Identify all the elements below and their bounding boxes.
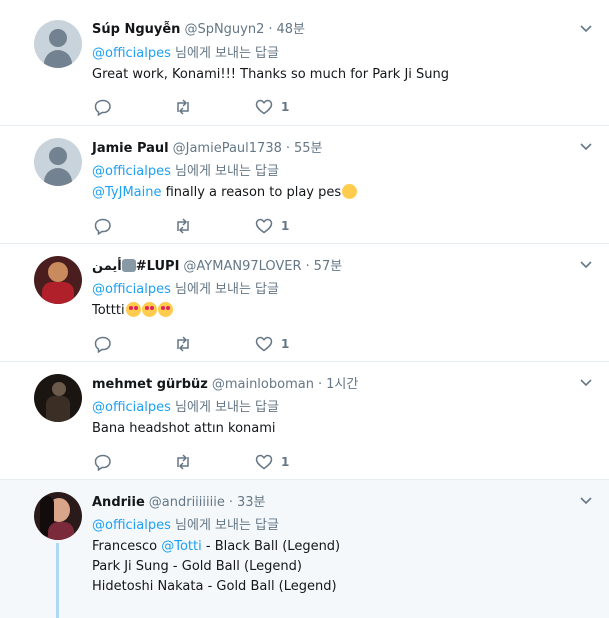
tweet-item[interactable]: Andriie @andriiiiiiie · 33분 @officialpes… — [0, 480, 609, 618]
timestamp[interactable]: 33분 — [237, 491, 266, 510]
reply-to-label: 님에게 보내는 답글 — [170, 164, 279, 179]
tweet-text: Great work, Konami!!! Thanks so much for… — [92, 67, 450, 82]
avatar[interactable] — [34, 492, 82, 540]
text-segment: - Black Ball (Legend) — [201, 539, 341, 554]
avatar[interactable] — [34, 256, 82, 304]
tweet-text: Tottti — [92, 302, 173, 318]
timestamp[interactable]: 1시간 — [326, 373, 358, 392]
mention-link[interactable]: @officialpes — [92, 518, 171, 533]
retweet-icon[interactable] — [174, 453, 192, 471]
tweet-text-line: Park Ji Sung - Gold Ball (Legend) — [92, 559, 302, 574]
timestamp[interactable]: 55분 — [294, 137, 323, 156]
like-count: 1 — [281, 100, 290, 114]
reply-icon[interactable] — [94, 335, 112, 353]
user-handle[interactable]: @SpNguyn2 — [184, 22, 264, 37]
like-icon[interactable] — [255, 217, 273, 235]
mention-link[interactable]: @TyJMaine — [92, 185, 161, 200]
chevron-down-icon[interactable] — [579, 494, 593, 508]
separator-dot: · — [305, 259, 310, 274]
reply-context: @officialpes 님에게 보내는 답글 — [92, 278, 279, 297]
tweet-text-line: Hidetoshi Nakata - Gold Ball (Legend) — [92, 579, 337, 594]
heart-eyes-icon — [157, 302, 173, 317]
chevron-down-icon[interactable] — [579, 376, 593, 390]
reply-to-label: 님에게 보내는 답글 — [170, 518, 279, 533]
tweet-item[interactable]: mehmet gürbüz @mainloboman · 1시간 @offici… — [0, 362, 609, 480]
tweet-text-line: Francesco @Totti - Black Ball (Legend) — [92, 539, 340, 554]
separator-dot: · — [317, 377, 323, 392]
user-handle[interactable]: @JamiePaul1738 — [173, 141, 282, 156]
reply-context: @officialpes 님에게 보내는 답글 — [92, 514, 279, 533]
avatar[interactable] — [34, 374, 82, 422]
display-name[interactable]: Jamie Paul — [92, 141, 169, 156]
tweet-item[interactable]: Jamie Paul @JamiePaul1738 · 55분 @officia… — [0, 126, 609, 244]
tweet-actions: 1 — [94, 335, 354, 353]
like-icon[interactable] — [255, 453, 273, 471]
tweet-body: finally a reason to play pes — [161, 185, 342, 200]
retweet-icon[interactable] — [174, 335, 192, 353]
tweet-header: Andriie @andriiiiiiie · 33분 — [92, 491, 266, 510]
tweet-header: أيمن #LUPI @AYMAN97LOVER · 57분 — [92, 255, 342, 274]
reply-icon[interactable] — [94, 217, 112, 235]
display-name[interactable]: Súp Nguyễn — [92, 22, 180, 37]
like-count: 1 — [281, 455, 290, 469]
thinking-face-icon — [342, 184, 358, 199]
timestamp[interactable]: 48분 — [277, 18, 306, 37]
timestamp[interactable]: 57분 — [314, 255, 343, 274]
like-count: 1 — [281, 337, 290, 351]
reply-icon[interactable] — [94, 453, 112, 471]
display-name[interactable]: أيمن #LUPI — [92, 259, 179, 274]
avatar[interactable] — [34, 20, 82, 68]
reply-to-label: 님에게 보내는 답글 — [170, 46, 279, 61]
mention-link[interactable]: @officialpes — [92, 164, 171, 179]
user-handle[interactable]: @mainloboman — [212, 377, 314, 392]
display-name[interactable]: mehmet gürbüz — [92, 377, 208, 392]
tweet-actions: 1 — [94, 453, 354, 471]
user-handle[interactable]: @AYMAN97LOVER — [183, 259, 301, 274]
user-handle[interactable]: @andriiiiiiie — [149, 495, 225, 510]
tweet-actions: 1 — [94, 217, 354, 235]
mention-link[interactable]: @officialpes — [92, 282, 171, 297]
reply-icon[interactable] — [94, 98, 112, 116]
reply-to-label: 님에게 보내는 답글 — [170, 282, 279, 297]
mention-link[interactable]: @officialpes — [92, 46, 171, 61]
reply-context: @officialpes 님에게 보내는 답글 — [92, 396, 279, 415]
chevron-down-icon[interactable] — [579, 140, 593, 154]
reply-feed: Súp Nguyễn @SpNguyn2 · 48분 @officialpes … — [0, 0, 609, 618]
tweet-header: Jamie Paul @JamiePaul1738 · 55분 — [92, 137, 323, 156]
tweet-item[interactable]: أيمن #LUPI @AYMAN97LOVER · 57분 @officialp… — [0, 244, 609, 362]
like-icon[interactable] — [255, 335, 273, 353]
separator-dot: · — [285, 141, 290, 156]
chevron-down-icon[interactable] — [579, 22, 593, 36]
tweet-actions: 1 — [94, 98, 354, 116]
chevron-down-icon[interactable] — [579, 258, 593, 272]
tweet-body: Tottti — [92, 303, 125, 318]
tweet-text: Bana headshot attın konami — [92, 421, 276, 436]
text-segment: Francesco — [92, 539, 162, 554]
mention-link[interactable]: @officialpes — [92, 400, 171, 415]
tweet-item[interactable]: Súp Nguyễn @SpNguyn2 · 48분 @officialpes … — [0, 0, 609, 126]
heart-eyes-icon — [125, 302, 141, 317]
separator-dot: · — [268, 22, 273, 37]
tweet-text: @TyJMaine finally a reason to play pes — [92, 184, 358, 200]
reply-context: @officialpes 님에게 보내는 답글 — [92, 160, 279, 179]
avatar[interactable] — [34, 138, 82, 186]
wolf-icon — [121, 259, 136, 272]
heart-eyes-icon — [141, 302, 157, 317]
tweet-header: Súp Nguyễn @SpNguyn2 · 48분 — [92, 18, 305, 37]
reply-to-label: 님에게 보내는 답글 — [170, 400, 279, 415]
retweet-icon[interactable] — [174, 217, 192, 235]
mention-link[interactable]: @Totti — [161, 539, 202, 554]
like-icon[interactable] — [255, 98, 273, 116]
reply-context: @officialpes 님에게 보내는 답글 — [92, 42, 279, 61]
retweet-icon[interactable] — [174, 98, 192, 116]
tweet-header: mehmet gürbüz @mainloboman · 1시간 — [92, 373, 358, 392]
like-count: 1 — [281, 219, 290, 233]
thread-connector-line — [56, 543, 59, 618]
separator-dot: · — [228, 495, 233, 510]
display-name[interactable]: Andriie — [92, 495, 145, 510]
